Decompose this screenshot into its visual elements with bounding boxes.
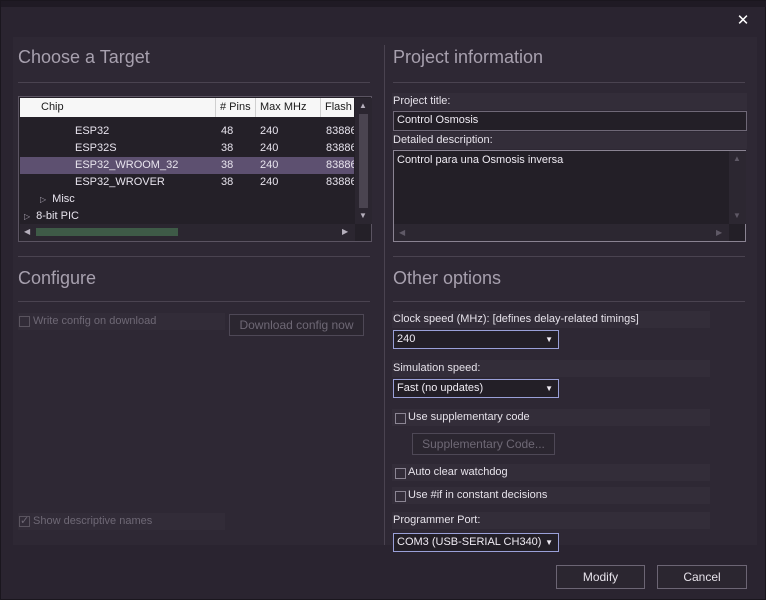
chip-table[interactable]: Chip # Pins Max MHz Flash ESP32 48 240 8388… (18, 96, 372, 242)
scroll-thumb[interactable] (36, 228, 178, 236)
scroll-right-icon[interactable]: ▶ (342, 227, 348, 236)
new-project-dialog: ✕ Choose a Target Chip # Pins Max MHz Fl… (0, 0, 766, 600)
column-header-mhz[interactable]: Max MHz (256, 98, 321, 117)
chip-cell-flash: 8388608 (326, 125, 354, 137)
chip-cell-name: ESP32 (75, 125, 110, 137)
chip-cell-mhz: 240 (260, 125, 279, 137)
description-text: Control para una Osmosis inversa (397, 154, 564, 166)
chip-cell-name: ESP32_WROOM_32 (75, 159, 179, 171)
cancel-button[interactable]: Cancel (657, 565, 747, 589)
supplementary-code-label: Use supplementary code (408, 411, 530, 423)
scroll-right-icon[interactable]: ▶ (716, 228, 722, 237)
chip-cell-mhz: 240 (260, 159, 279, 171)
watchdog-label: Auto clear watchdog (408, 466, 508, 478)
chip-cell-pins: 38 (221, 159, 234, 171)
chevron-down-icon: ▼ (545, 538, 553, 547)
chip-table-row[interactable]: ESP32S 38 240 8388608 (20, 140, 354, 157)
write-config-label: Write config on download (33, 315, 157, 327)
chip-cell-pins: 48 (221, 125, 234, 137)
watchdog-checkbox[interactable] (395, 468, 406, 479)
chip-table-row[interactable]: ESP32_WROOM_32 38 240 8388608 (20, 157, 354, 174)
modify-button[interactable]: Modify (556, 565, 645, 589)
expand-triangle-icon[interactable]: ▷ (40, 195, 46, 204)
programmer-port-value: COM3 (USB-SERIAL CH340) (397, 536, 542, 548)
divider (18, 82, 370, 83)
choose-target-title: Choose a Target (18, 47, 150, 67)
chip-table-hscrollbar[interactable]: ◀ ▶ (20, 224, 355, 241)
chip-cell-flash: 8388608 (326, 159, 354, 171)
show-names-checkbox[interactable] (19, 514, 30, 527)
programmer-port-label: Programmer Port: (392, 512, 710, 529)
write-config-checkbox[interactable] (19, 316, 30, 327)
divider (18, 301, 370, 302)
divider (393, 301, 745, 302)
tree-node-8bit-pic[interactable]: ▷ 8-bit PIC (24, 208, 79, 225)
programmer-port-select[interactable]: COM3 (USB-SERIAL CH340) ▼ (393, 533, 559, 552)
chip-cell-flash: 8388608 (326, 176, 354, 188)
scroll-down-icon[interactable]: ▼ (359, 211, 367, 220)
chip-cell-flash: 8388608 (326, 142, 354, 154)
chip-cell-pins: 38 (221, 176, 234, 188)
description-vscrollbar[interactable]: ▲ ▼ (729, 151, 746, 224)
chip-table-header: Chip # Pins Max MHz Flash (20, 98, 354, 117)
use-if-checkbox[interactable] (395, 491, 406, 502)
clock-speed-value: 240 (397, 333, 416, 345)
divider (393, 256, 745, 257)
chip-cell-mhz: 240 (260, 176, 279, 188)
column-header-chip[interactable]: Chip (20, 98, 216, 117)
scroll-up-icon[interactable]: ▲ (733, 154, 741, 163)
project-info-title: Project information (393, 47, 544, 67)
chip-table-vscrollbar[interactable]: ▲ ▼ (355, 98, 372, 224)
scroll-down-icon[interactable]: ▼ (733, 211, 741, 220)
simulation-speed-select[interactable]: Fast (no updates) ▼ (393, 379, 559, 398)
description-textarea[interactable]: Control para una Osmosis inversa ▲ ▼ ◀ ▶ (393, 150, 746, 242)
chevron-down-icon: ▼ (545, 384, 553, 393)
chip-table-row[interactable]: ESP32 48 240 8388608 (20, 123, 354, 140)
chip-cell-mhz: 240 (260, 142, 279, 154)
column-header-flash[interactable]: Flash (321, 98, 354, 117)
download-config-button[interactable]: Download config now (229, 314, 364, 336)
description-hscrollbar[interactable]: ◀ ▶ (394, 224, 729, 241)
scroll-up-icon[interactable]: ▲ (359, 101, 367, 110)
column-header-pins[interactable]: # Pins (216, 98, 256, 117)
scroll-left-icon[interactable]: ◀ (399, 228, 405, 237)
expand-triangle-icon[interactable]: ▷ (24, 212, 30, 221)
close-icon[interactable]: ✕ (734, 11, 752, 31)
project-title-label: Project title: (392, 93, 747, 110)
tree-node-misc[interactable]: ▷ Misc (40, 191, 75, 208)
show-names-label: Show descriptive names (33, 515, 153, 527)
supplementary-code-button[interactable]: Supplementary Code... (412, 433, 555, 455)
simulation-speed-label: Simulation speed: (392, 360, 710, 377)
divider (393, 82, 745, 83)
title-strip (1, 1, 766, 7)
chip-cell-pins: 38 (221, 142, 234, 154)
scroll-thumb[interactable] (359, 114, 368, 208)
clock-speed-label: Clock speed (MHz): [defines delay-relate… (392, 311, 710, 328)
tree-node-label: Misc (52, 193, 75, 205)
chip-cell-name: ESP32_WROVER (75, 176, 165, 188)
scroll-left-icon[interactable]: ◀ (24, 227, 30, 236)
configure-title: Configure (18, 268, 97, 288)
simulation-speed-value: Fast (no updates) (397, 382, 484, 394)
chip-cell-name: ESP32S (75, 142, 117, 154)
column-divider (384, 45, 385, 545)
chevron-down-icon: ▼ (545, 335, 553, 344)
use-if-label: Use #if in constant decisions (408, 489, 548, 501)
project-title-input[interactable]: Control Osmosis (393, 111, 747, 131)
other-options-title: Other options (393, 268, 502, 288)
tree-node-label: 8-bit PIC (36, 210, 79, 222)
chip-table-row[interactable]: ESP32_WROVER 38 240 8388608 (20, 174, 354, 191)
clock-speed-select[interactable]: 240 ▼ (393, 330, 559, 349)
supplementary-code-checkbox[interactable] (395, 413, 406, 424)
divider (18, 256, 370, 257)
description-label: Detailed description: (392, 132, 747, 149)
